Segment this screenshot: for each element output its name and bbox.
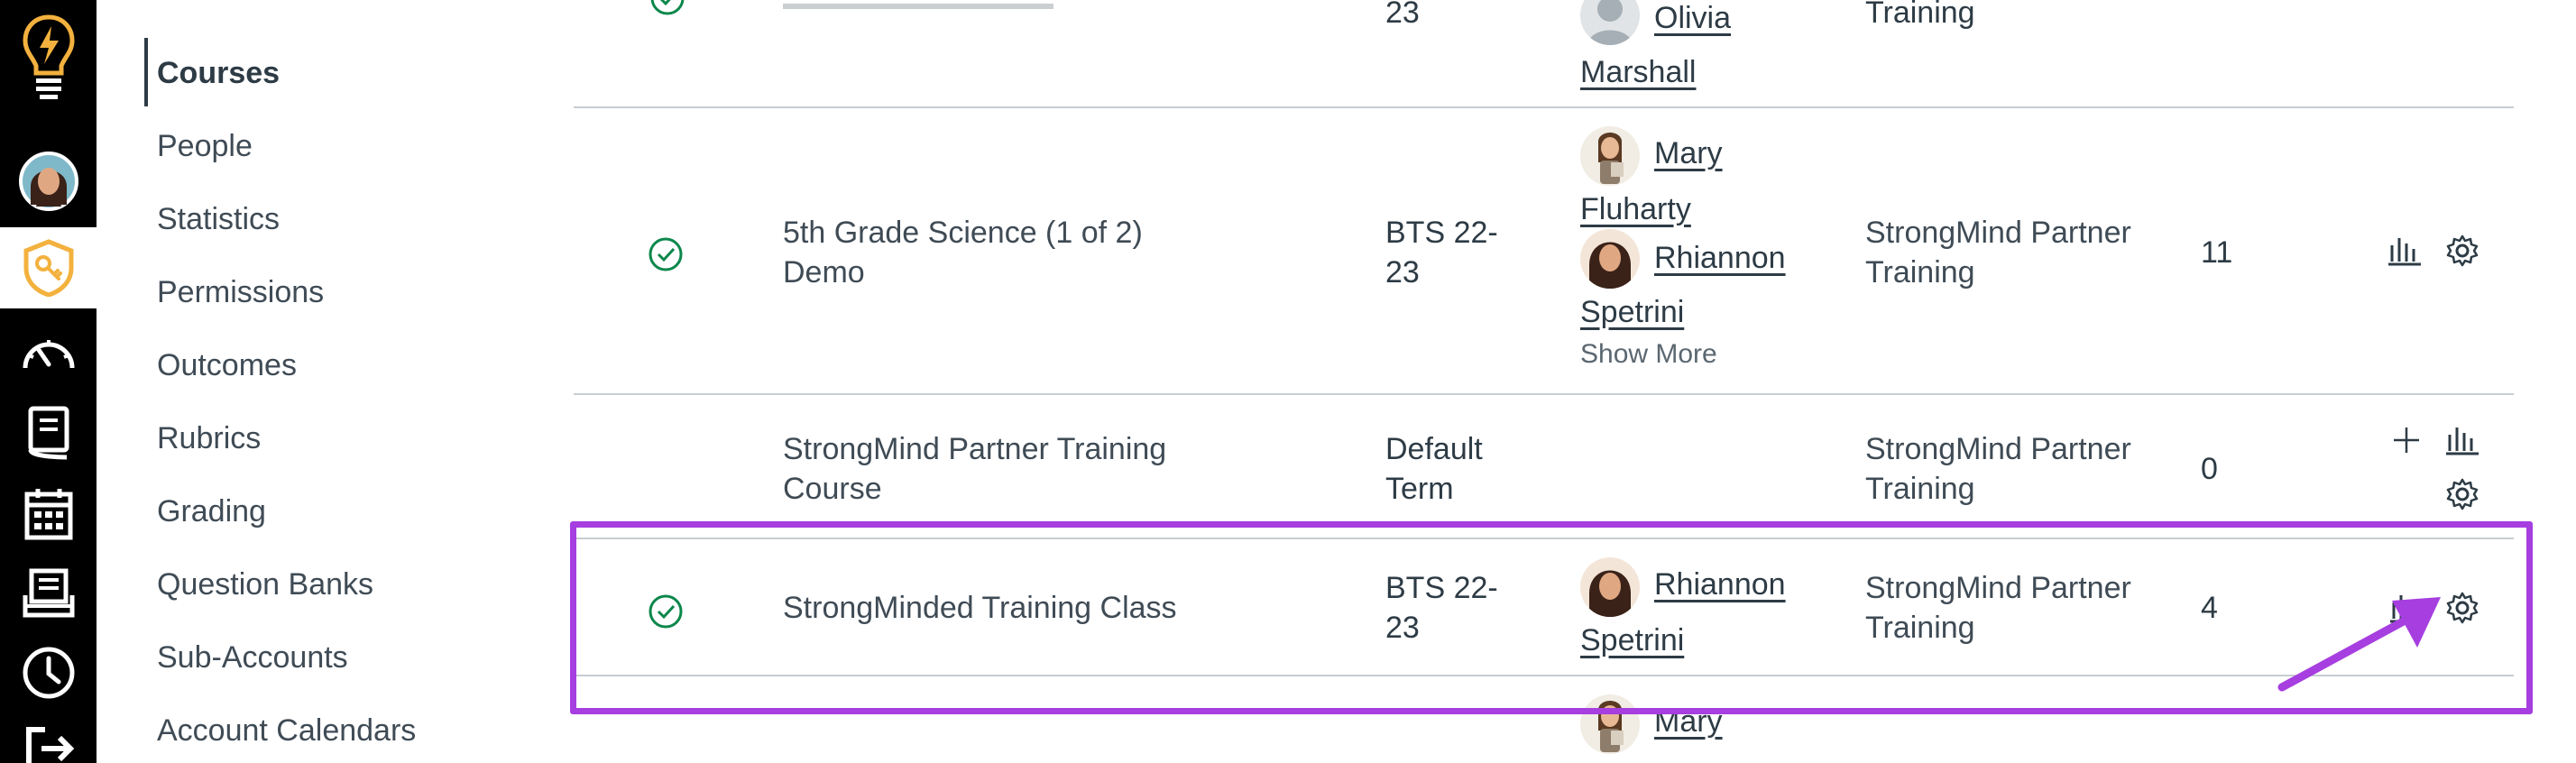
published-check-icon (649, 0, 685, 16)
teacher-link[interactable]: Olivia (1654, 0, 1731, 38)
avatar (1580, 229, 1640, 289)
gear-icon[interactable] (2444, 233, 2480, 269)
course-name-partial (783, 0, 1162, 9)
avatar (1580, 126, 1640, 186)
nav-item-statistics[interactable]: Statistics (157, 202, 280, 237)
nav-item-account-calendars[interactable]: Account Calendars (157, 713, 416, 749)
book-icon[interactable] (0, 397, 97, 469)
teacher-link[interactable]: Marshall (1580, 52, 1696, 92)
show-more-link[interactable]: Show More (1580, 339, 1717, 370)
row-divider (574, 106, 2514, 108)
lightbulb-logo-icon[interactable] (0, 9, 97, 108)
speedometer-icon[interactable] (0, 316, 97, 388)
term-cell: 23 (1385, 255, 1420, 290)
course-name-link[interactable]: Demo (783, 253, 865, 292)
shield-key-icon[interactable] (0, 227, 97, 308)
logout-arrow-icon[interactable] (0, 722, 97, 763)
teacher-link[interactable]: Mary (1654, 133, 1723, 173)
nav-item-grading[interactable]: Grading (157, 494, 266, 529)
nav-item-permissions[interactable]: Permissions (157, 275, 324, 310)
statistics-icon[interactable] (2444, 422, 2480, 458)
statistics-icon[interactable] (2387, 233, 2423, 269)
annotation-arrow-icon (2277, 597, 2441, 692)
sub-account-link[interactable]: Training (1865, 253, 1975, 292)
highlight-box (570, 521, 2533, 714)
course-name-link[interactable]: 5th Grade Science (1 of 2) (783, 213, 1143, 253)
student-count: 0 (2201, 452, 2218, 486)
row-divider (574, 393, 2514, 395)
nav-item-rubrics[interactable]: Rubrics (157, 421, 261, 456)
sub-account-link[interactable]: StrongMind Partner (1865, 213, 2131, 253)
nav-item-outcomes[interactable]: Outcomes (157, 348, 297, 383)
term-cell: Default (1385, 432, 1483, 466)
student-count: 11 (2201, 235, 2233, 270)
term-cell: Term (1385, 472, 1454, 506)
sub-account-cell: Training (1865, 0, 1975, 30)
nav-item-question-banks[interactable]: Question Banks (157, 567, 373, 602)
teacher-link[interactable]: Rhiannon (1654, 238, 1786, 278)
course-name-link[interactable]: StrongMind Partner Training (783, 429, 1166, 469)
published-check-icon (648, 236, 684, 272)
term-cell: BTS 22- (1385, 216, 1498, 250)
nav-item-sub-accounts[interactable]: Sub-Accounts (157, 640, 348, 676)
sub-account-link[interactable]: StrongMind Partner (1865, 429, 2131, 469)
avatar (1580, 0, 1640, 45)
sub-account-link[interactable]: Training (1865, 469, 1975, 509)
nav-item-courses[interactable]: Courses (157, 56, 280, 91)
nav-item-people[interactable]: People (157, 129, 253, 164)
add-teacher-plus-icon[interactable] (2388, 422, 2424, 458)
inbox-icon[interactable] (0, 557, 97, 630)
teacher-link[interactable]: Spetrini (1580, 292, 1684, 332)
global-navigation (0, 0, 97, 763)
clock-icon[interactable] (0, 637, 97, 709)
teacher-link[interactable]: Fluharty (1580, 189, 1691, 229)
user-avatar-icon[interactable] (0, 144, 97, 218)
statistics-icon[interactable] (2387, 0, 2423, 4)
calendar-icon[interactable] (0, 478, 97, 550)
active-indicator (144, 38, 148, 106)
gear-icon[interactable] (2444, 476, 2480, 512)
course-name-link[interactable]: Course (783, 469, 882, 509)
term-cell: 23 (1385, 0, 1420, 30)
